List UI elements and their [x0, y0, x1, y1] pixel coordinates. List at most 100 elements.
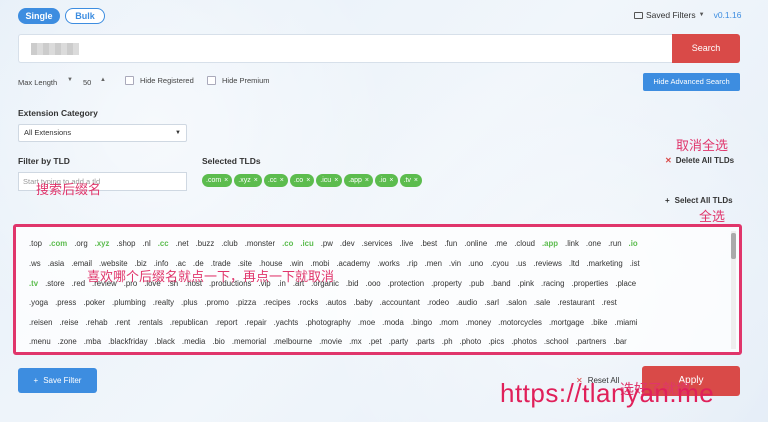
- tld-option[interactable]: .store: [45, 279, 65, 288]
- tld-option[interactable]: .cc: [158, 239, 169, 248]
- tld-option[interactable]: .ist: [630, 259, 640, 268]
- tld-option[interactable]: .school: [544, 337, 569, 346]
- tld-option[interactable]: .shop: [116, 239, 135, 248]
- chip-remove-icon[interactable]: ×: [306, 177, 310, 184]
- tld-option[interactable]: .fun: [444, 239, 457, 248]
- tld-option[interactable]: .reisen: [29, 318, 52, 327]
- tld-option[interactable]: .moe: [358, 318, 375, 327]
- tld-option[interactable]: .salon: [506, 298, 527, 307]
- selected-tld-chip[interactable]: .xyz ×: [234, 174, 262, 187]
- tld-option[interactable]: .place: [615, 279, 636, 288]
- extension-category-select[interactable]: All Extensions ▼: [18, 124, 187, 142]
- chip-remove-icon[interactable]: ×: [334, 177, 338, 184]
- max-length-decrement-icon[interactable]: ▼: [67, 77, 73, 83]
- tld-option[interactable]: .reviews: [533, 259, 562, 268]
- tld-option[interactable]: .movie: [319, 337, 342, 346]
- tld-option[interactable]: .co: [282, 239, 293, 248]
- tld-option[interactable]: .org: [74, 239, 87, 248]
- tld-option[interactable]: .miami: [615, 318, 638, 327]
- tld-option[interactable]: .buzz: [196, 239, 215, 248]
- tld-option[interactable]: .ph: [442, 337, 453, 346]
- tld-option[interactable]: .marketing: [586, 259, 622, 268]
- single-mode-tab[interactable]: Single: [18, 8, 60, 24]
- hide-registered-toggle[interactable]: Hide Registered: [125, 76, 194, 85]
- tld-option[interactable]: .audio: [456, 298, 477, 307]
- tld-option[interactable]: .vin: [449, 259, 461, 268]
- tld-option[interactable]: .rest: [602, 298, 617, 307]
- tld-option[interactable]: .restaurant: [557, 298, 594, 307]
- tld-option[interactable]: .run: [608, 239, 621, 248]
- tld-option[interactable]: .cloud: [514, 239, 535, 248]
- tld-option[interactable]: .dev: [340, 239, 355, 248]
- tld-option[interactable]: .cyou: [490, 259, 509, 268]
- tld-option[interactable]: .bingo: [411, 318, 432, 327]
- tld-option[interactable]: .link: [565, 239, 579, 248]
- tld-option[interactable]: .pub: [469, 279, 484, 288]
- tld-option[interactable]: .baby: [354, 298, 373, 307]
- max-length-increment-icon[interactable]: ▲: [100, 77, 106, 83]
- chip-remove-icon[interactable]: ×: [365, 177, 369, 184]
- tld-option[interactable]: .photo: [460, 337, 482, 346]
- tld-option[interactable]: .uno: [468, 259, 483, 268]
- tld-option[interactable]: .bike: [591, 318, 607, 327]
- hide-premium-toggle[interactable]: Hide Premium: [207, 76, 270, 85]
- tld-option[interactable]: .monster: [245, 239, 275, 248]
- tld-option[interactable]: .black: [155, 337, 175, 346]
- hide-premium-checkbox[interactable]: [207, 76, 216, 85]
- tld-option[interactable]: .repair: [244, 318, 266, 327]
- tld-option[interactable]: .com: [49, 239, 67, 248]
- tld-option[interactable]: .rentals: [137, 318, 163, 327]
- tld-option[interactable]: .asia: [48, 259, 64, 268]
- selected-tld-chip[interactable]: .cc ×: [263, 174, 288, 187]
- tld-option[interactable]: .motorcycles: [498, 318, 542, 327]
- search-input[interactable]: [18, 34, 672, 63]
- tld-option[interactable]: .pics: [488, 337, 504, 346]
- tld-option[interactable]: .pink: [518, 279, 534, 288]
- tld-option[interactable]: .pizza: [236, 298, 256, 307]
- tld-option[interactable]: .red: [72, 279, 85, 288]
- tld-option[interactable]: .racing: [541, 279, 564, 288]
- chip-remove-icon[interactable]: ×: [224, 177, 228, 184]
- tld-option[interactable]: .pet: [369, 337, 382, 346]
- tld-option[interactable]: .blackfriday: [108, 337, 147, 346]
- chip-remove-icon[interactable]: ×: [280, 177, 284, 184]
- tld-option[interactable]: .net: [176, 239, 189, 248]
- search-button[interactable]: Search: [672, 34, 740, 63]
- saved-filters-menu[interactable]: Saved Filters ▼ v0.1.16: [634, 10, 741, 20]
- chip-remove-icon[interactable]: ×: [414, 177, 418, 184]
- tld-option[interactable]: .online: [464, 239, 487, 248]
- chip-remove-icon[interactable]: ×: [254, 177, 258, 184]
- tld-option[interactable]: .photos: [511, 337, 537, 346]
- tld-option[interactable]: .top: [29, 239, 42, 248]
- tld-option[interactable]: .nl: [142, 239, 150, 248]
- tld-option[interactable]: .media: [182, 337, 205, 346]
- tld-option[interactable]: .mom: [439, 318, 459, 327]
- tld-option[interactable]: .accountant: [380, 298, 420, 307]
- tld-option[interactable]: .poker: [83, 298, 105, 307]
- tld-option[interactable]: .republican: [170, 318, 208, 327]
- tld-option[interactable]: .bio: [212, 337, 225, 346]
- tld-option[interactable]: .report: [215, 318, 238, 327]
- tld-option[interactable]: .rent: [115, 318, 131, 327]
- save-filter-button[interactable]: + Save Filter: [18, 368, 97, 393]
- tld-option[interactable]: .partners: [576, 337, 607, 346]
- tld-option[interactable]: .ooo: [365, 279, 380, 288]
- tld-option[interactable]: .rocks: [297, 298, 318, 307]
- tld-option[interactable]: .ws: [29, 259, 41, 268]
- tld-option[interactable]: .zone: [58, 337, 77, 346]
- tld-option[interactable]: .best: [420, 239, 437, 248]
- tld-option[interactable]: .rodeo: [427, 298, 449, 307]
- selected-tld-chip[interactable]: .tv ×: [399, 174, 422, 187]
- tld-grid-scrollbar[interactable]: [731, 231, 736, 349]
- tld-option[interactable]: .rehab: [85, 318, 107, 327]
- tld-option[interactable]: .plus: [181, 298, 197, 307]
- tld-option[interactable]: .properties: [571, 279, 608, 288]
- tld-option[interactable]: .property: [431, 279, 462, 288]
- tld-option[interactable]: .promo: [205, 298, 229, 307]
- tld-option[interactable]: .rip: [407, 259, 418, 268]
- tld-option[interactable]: .sarl: [484, 298, 499, 307]
- chip-remove-icon[interactable]: ×: [389, 177, 393, 184]
- tld-option[interactable]: .bid: [346, 279, 359, 288]
- tld-option[interactable]: .memorial: [232, 337, 266, 346]
- tld-option[interactable]: .academy: [336, 259, 370, 268]
